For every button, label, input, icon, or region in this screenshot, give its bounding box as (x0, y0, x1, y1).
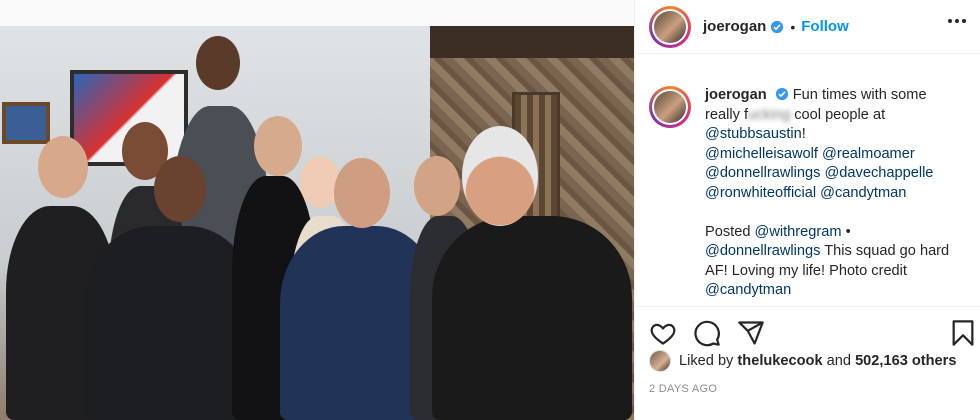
caption-text-mid: cool people at (790, 106, 886, 123)
bookmark-icon[interactable] (949, 319, 977, 347)
photo-person-head (154, 156, 206, 222)
photo-person-head (334, 158, 390, 228)
mention-link[interactable]: @ronwhiteofficial (705, 185, 816, 201)
share-icon[interactable] (737, 319, 765, 347)
likes-count[interactable]: 502,163 others (855, 353, 956, 369)
post-photo-area (0, 0, 634, 420)
mention-link[interactable]: @donnellrawlings (705, 165, 820, 181)
mention-link[interactable]: @candytman (705, 282, 791, 298)
avatar-inner (652, 8, 688, 45)
photo-ceiling-beam (430, 26, 634, 58)
post-photo[interactable] (0, 26, 634, 420)
avatar-image (654, 10, 686, 43)
posted-separator: • (845, 223, 851, 240)
mention-link[interactable]: @donnellrawlings (705, 243, 820, 259)
caption-blurred-word: ucking (748, 106, 791, 123)
photo-person (432, 216, 632, 420)
verified-badge-icon (771, 20, 784, 33)
mention-link[interactable]: @withregram (755, 224, 842, 240)
photo-small-frame (2, 102, 50, 144)
caption-avatar-image (654, 91, 686, 123)
photo-person-head (414, 156, 460, 216)
photo-person-head (254, 116, 302, 176)
photo-person-head (196, 36, 240, 90)
header-separator: • (790, 18, 796, 35)
mention-link[interactable]: @michelleisawolf (705, 146, 818, 162)
avatar[interactable] (649, 5, 691, 48)
likes-connector: and (826, 353, 851, 369)
follow-button[interactable]: Follow (801, 18, 849, 35)
caption-text: joerogan Fun times with some really fuck… (705, 86, 963, 302)
likes-row: Liked by thelukecook and 502,163 others (649, 350, 966, 372)
liker-username[interactable]: thelukecook (737, 353, 822, 369)
header-username[interactable]: joerogan (703, 18, 766, 35)
photo-person (84, 226, 256, 420)
caption-avatar-inner (652, 89, 688, 125)
verified-badge-icon (775, 87, 788, 101)
caption-area: joerogan Fun times with some really fuck… (635, 86, 980, 302)
photo-person-head (38, 136, 88, 198)
likes-prefix: Liked by (679, 353, 734, 369)
mention-link[interactable]: @stubbsaustin (705, 126, 802, 142)
caption-punct: ! (801, 126, 806, 142)
caption-avatar[interactable] (649, 86, 691, 302)
heart-icon[interactable] (649, 319, 677, 347)
mention-link[interactable]: @davechappelle (824, 165, 933, 181)
posted-label: Posted (705, 223, 751, 240)
caption-username[interactable]: joerogan (705, 87, 767, 103)
comment-icon[interactable] (693, 319, 721, 347)
post-header: joerogan • Follow (635, 0, 980, 54)
photo-person-head (462, 126, 538, 226)
post-sidebar: joerogan • Follow joerogan Fun times wit… (634, 0, 980, 420)
post-date[interactable]: 2 DAYS AGO (649, 383, 717, 395)
mention-link[interactable]: @candytman (820, 185, 906, 201)
mention-link[interactable]: @realmoamer (822, 146, 915, 162)
more-options-icon[interactable] (948, 19, 966, 23)
liker-avatar[interactable] (649, 350, 671, 372)
action-bar (635, 306, 980, 356)
caption-avatar-ring (649, 86, 691, 128)
